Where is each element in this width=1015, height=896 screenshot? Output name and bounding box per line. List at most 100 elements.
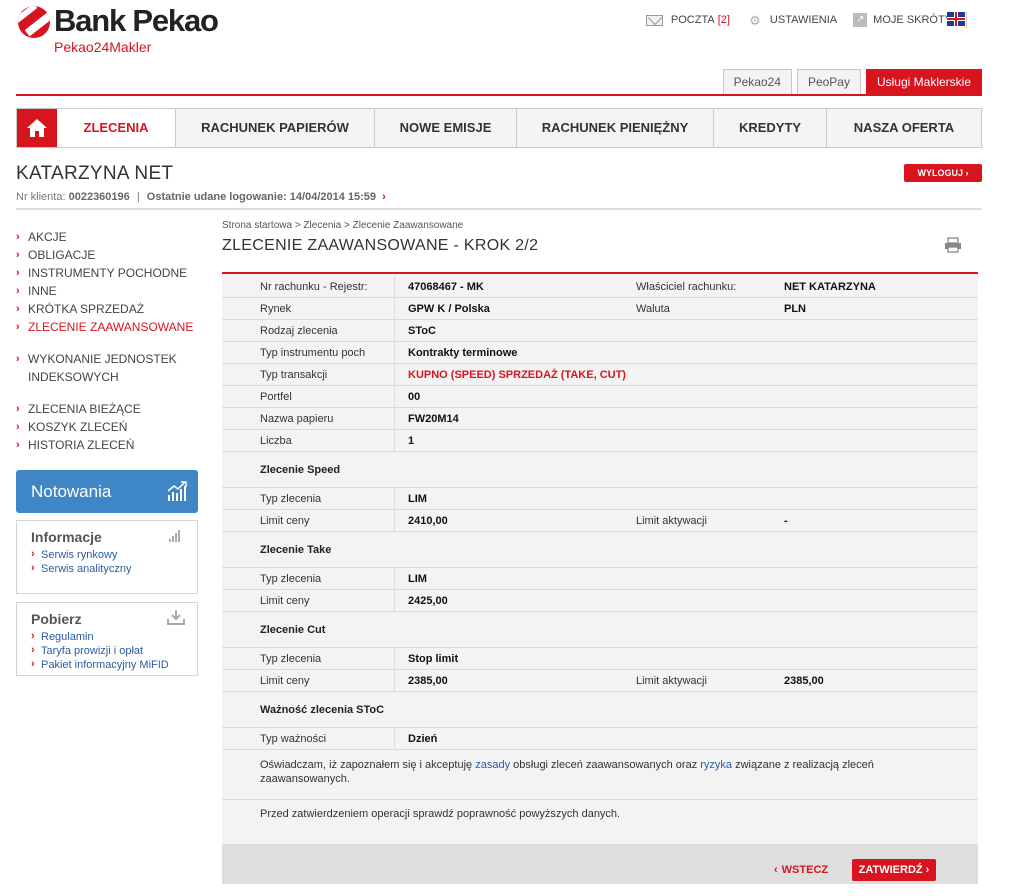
notowania-button[interactable]: Notowania bbox=[16, 470, 198, 513]
shortcuts-link[interactable]: ↗ MOJE SKRÓTY bbox=[853, 13, 952, 27]
chevron-right-icon: › bbox=[16, 249, 20, 261]
site-tabs: Pekao24 PeoPay Usługi Maklerskie bbox=[718, 69, 982, 95]
row-label: Nr rachunku - Rejestr: bbox=[260, 281, 368, 293]
row-value: GPW K / Polska bbox=[408, 303, 490, 315]
row-label: Typ ważności bbox=[260, 733, 327, 745]
menu-akcje[interactable]: › AKCJE bbox=[16, 228, 198, 246]
chevron-right-icon: › bbox=[16, 285, 20, 297]
chevron-right-icon: › bbox=[16, 321, 20, 333]
menu-zlecenie-zaawansowane[interactable]: › ZLECENIE ZAAWANSOWANE bbox=[16, 318, 198, 336]
chevron-right-icon: › bbox=[16, 353, 20, 365]
informacje-box: Informacje Serwis rynkowy Serwis anality… bbox=[16, 520, 198, 594]
zasady-link[interactable]: zasady bbox=[475, 759, 510, 771]
row-label: Limit ceny bbox=[260, 595, 310, 607]
table-row: Typ zlecenia Stop limit bbox=[222, 648, 978, 670]
table-row: Nazwa papieru FW20M14 bbox=[222, 408, 978, 430]
chevron-right-icon: › bbox=[16, 303, 20, 315]
informacje-title: Informacje bbox=[31, 529, 102, 545]
menu-zlecenia-biezace[interactable]: › ZLECENIA BIEŻĄCE bbox=[16, 400, 198, 418]
breadcrumb[interactable]: Strona startowa > Zlecenia > Zlecenie Za… bbox=[222, 220, 463, 231]
settings-link[interactable]: ⚙ USTAWIENIA bbox=[746, 14, 837, 27]
row-value: 1 bbox=[408, 435, 415, 447]
row-value: Stop limit bbox=[408, 653, 459, 665]
nav-kredyty[interactable]: KREDYTY bbox=[713, 109, 826, 147]
brand-subtitle: Pekao24Makler bbox=[54, 39, 152, 55]
nav-zlecenia[interactable]: ZLECENIA bbox=[57, 109, 175, 147]
table-row: Typ instrumentu poch Kontrakty terminowe bbox=[222, 342, 978, 364]
back-button[interactable]: ‹ WSTECZ bbox=[774, 864, 832, 876]
row-value: - bbox=[784, 515, 788, 527]
link-mifid[interactable]: Pakiet informacyjny MiFID bbox=[31, 657, 169, 672]
gear-icon: ⚙ bbox=[749, 12, 761, 28]
action-bar: ‹ WSTECZ ZATWIERDŹ › bbox=[222, 844, 978, 884]
link-serwis-rynkowy[interactable]: Serwis rynkowy bbox=[31, 547, 131, 562]
menu-label: HISTORIA ZLECEŃ bbox=[28, 438, 135, 452]
section-header: Zlecenie Cut bbox=[222, 612, 978, 648]
chevron-right-icon: › bbox=[16, 231, 20, 243]
back-label: WSTECZ bbox=[781, 864, 829, 876]
table-row: Typ zlecenia LIM bbox=[222, 568, 978, 590]
table-row: Rynek GPW K / Polska Waluta PLN bbox=[222, 298, 978, 320]
confirm-label: ZATWIERDŹ bbox=[858, 864, 923, 876]
menu-label: KOSZYK ZLECEŃ bbox=[28, 420, 128, 434]
row-label: Rynek bbox=[260, 303, 292, 315]
logout-button[interactable]: WYLOGUJ › bbox=[904, 164, 982, 182]
menu-koszyk-zlecen[interactable]: › KOSZYK ZLECEŃ bbox=[16, 418, 198, 436]
chevron-right-icon[interactable]: › bbox=[382, 191, 386, 203]
row-label: Typ zlecenia bbox=[260, 573, 322, 585]
table-row: Nr rachunku - Rejestr: 47068467 - MK Wła… bbox=[222, 276, 978, 298]
section-header: Zlecenie Speed bbox=[222, 452, 978, 488]
nav-rachunek-pieniezny[interactable]: RACHUNEK PIENIĘŻNY bbox=[516, 109, 713, 147]
nav-nasza-oferta[interactable]: NASZA OFERTA bbox=[826, 109, 981, 147]
section-header: Zlecenie Take bbox=[222, 532, 978, 568]
nav-rachunek-papierow[interactable]: RACHUNEK PAPIERÓW bbox=[175, 109, 374, 147]
declaration-text: Oświadczam, iż zapoznałem się i akceptuj… bbox=[260, 758, 920, 786]
menu-historia-zlecen[interactable]: › HISTORIA ZLECEŃ bbox=[16, 436, 198, 454]
toplinks-divider bbox=[966, 12, 967, 28]
main-nav: ZLECENIA RACHUNEK PAPIERÓW NOWE EMISJE R… bbox=[16, 108, 982, 148]
declaration-part: obsługi zleceń zaawansowanych oraz bbox=[513, 759, 698, 771]
client-number: 0022360196 bbox=[68, 191, 130, 203]
table-row: Limit ceny 2425,00 bbox=[222, 590, 978, 612]
menu-krotka-sprzedaz[interactable]: › KRÓTKA SPRZEDAŻ bbox=[16, 300, 198, 318]
row-value: FW20M14 bbox=[408, 413, 459, 425]
row-value: 00 bbox=[408, 391, 421, 403]
declaration-part: Oświadczam, iż zapoznałem się i akceptuj… bbox=[260, 759, 473, 771]
check-notice: Przed zatwierdzeniem operacji sprawdź po… bbox=[260, 808, 621, 820]
tab-uslugi-maklerskie[interactable]: Usługi Maklerskie bbox=[865, 69, 982, 95]
tab-pekao24[interactable]: Pekao24 bbox=[722, 69, 792, 95]
table-row: Limit ceny 2410,00 Limit aktywacji - bbox=[222, 510, 978, 532]
row-value: 2385,00 bbox=[784, 675, 824, 687]
section-header: Ważność zlecenia SToC bbox=[222, 692, 978, 728]
shortcut-icon: ↗ bbox=[853, 13, 868, 27]
link-taryfa[interactable]: Taryfa prowizji i opłat bbox=[31, 643, 169, 658]
last-login-label: Ostatnie udane logowanie: bbox=[146, 191, 287, 203]
mail-link[interactable]: POCZTA [2] bbox=[645, 14, 730, 26]
print-icon[interactable] bbox=[944, 237, 962, 253]
menu-obligacje[interactable]: › OBLIGACJE bbox=[16, 246, 198, 264]
chart-up-icon bbox=[167, 481, 187, 501]
table-row: Rodzaj zlecenia SToC bbox=[222, 320, 978, 342]
menu-label: AKCJE bbox=[28, 230, 67, 244]
nav-nowe-emisje[interactable]: NOWE EMISJE bbox=[374, 109, 516, 147]
row-label: Nazwa papieru bbox=[260, 413, 334, 425]
menu-instrumenty-pochodne[interactable]: › INSTRUMENTY POCHODNE bbox=[16, 264, 198, 282]
user-info: Nr klienta: 0022360196 | Ostatnie udane … bbox=[16, 191, 386, 203]
menu-wykonanie-jednostek[interactable]: › WYKONANIE JEDNOSTEK INDEKSOWYCH bbox=[16, 350, 186, 386]
table-row: Limit ceny 2385,00 Limit aktywacji 2385,… bbox=[222, 670, 978, 692]
uk-flag-icon[interactable] bbox=[947, 12, 965, 26]
link-serwis-analityczny[interactable]: Serwis analityczny bbox=[31, 561, 131, 576]
pobierz-box: Pobierz Regulamin Taryfa prowizji i opła… bbox=[16, 602, 198, 676]
chevron-right-icon: › bbox=[16, 267, 20, 279]
order-summary-panel: Nr rachunku - Rejestr: 47068467 - MK Wła… bbox=[222, 272, 978, 844]
info-separator: | bbox=[136, 191, 140, 203]
table-row: Portfel 00 bbox=[222, 386, 978, 408]
ryzyka-link[interactable]: ryzyka bbox=[700, 759, 732, 771]
link-regulamin[interactable]: Regulamin bbox=[31, 629, 169, 644]
row-label: Limit aktywacji bbox=[636, 675, 707, 687]
menu-inne[interactable]: › INNE bbox=[16, 282, 198, 300]
tab-peopay[interactable]: PeoPay bbox=[796, 69, 861, 95]
row-label: Typ zlecenia bbox=[260, 493, 322, 505]
home-button[interactable] bbox=[17, 109, 57, 147]
confirm-button[interactable]: ZATWIERDŹ › bbox=[852, 859, 936, 881]
